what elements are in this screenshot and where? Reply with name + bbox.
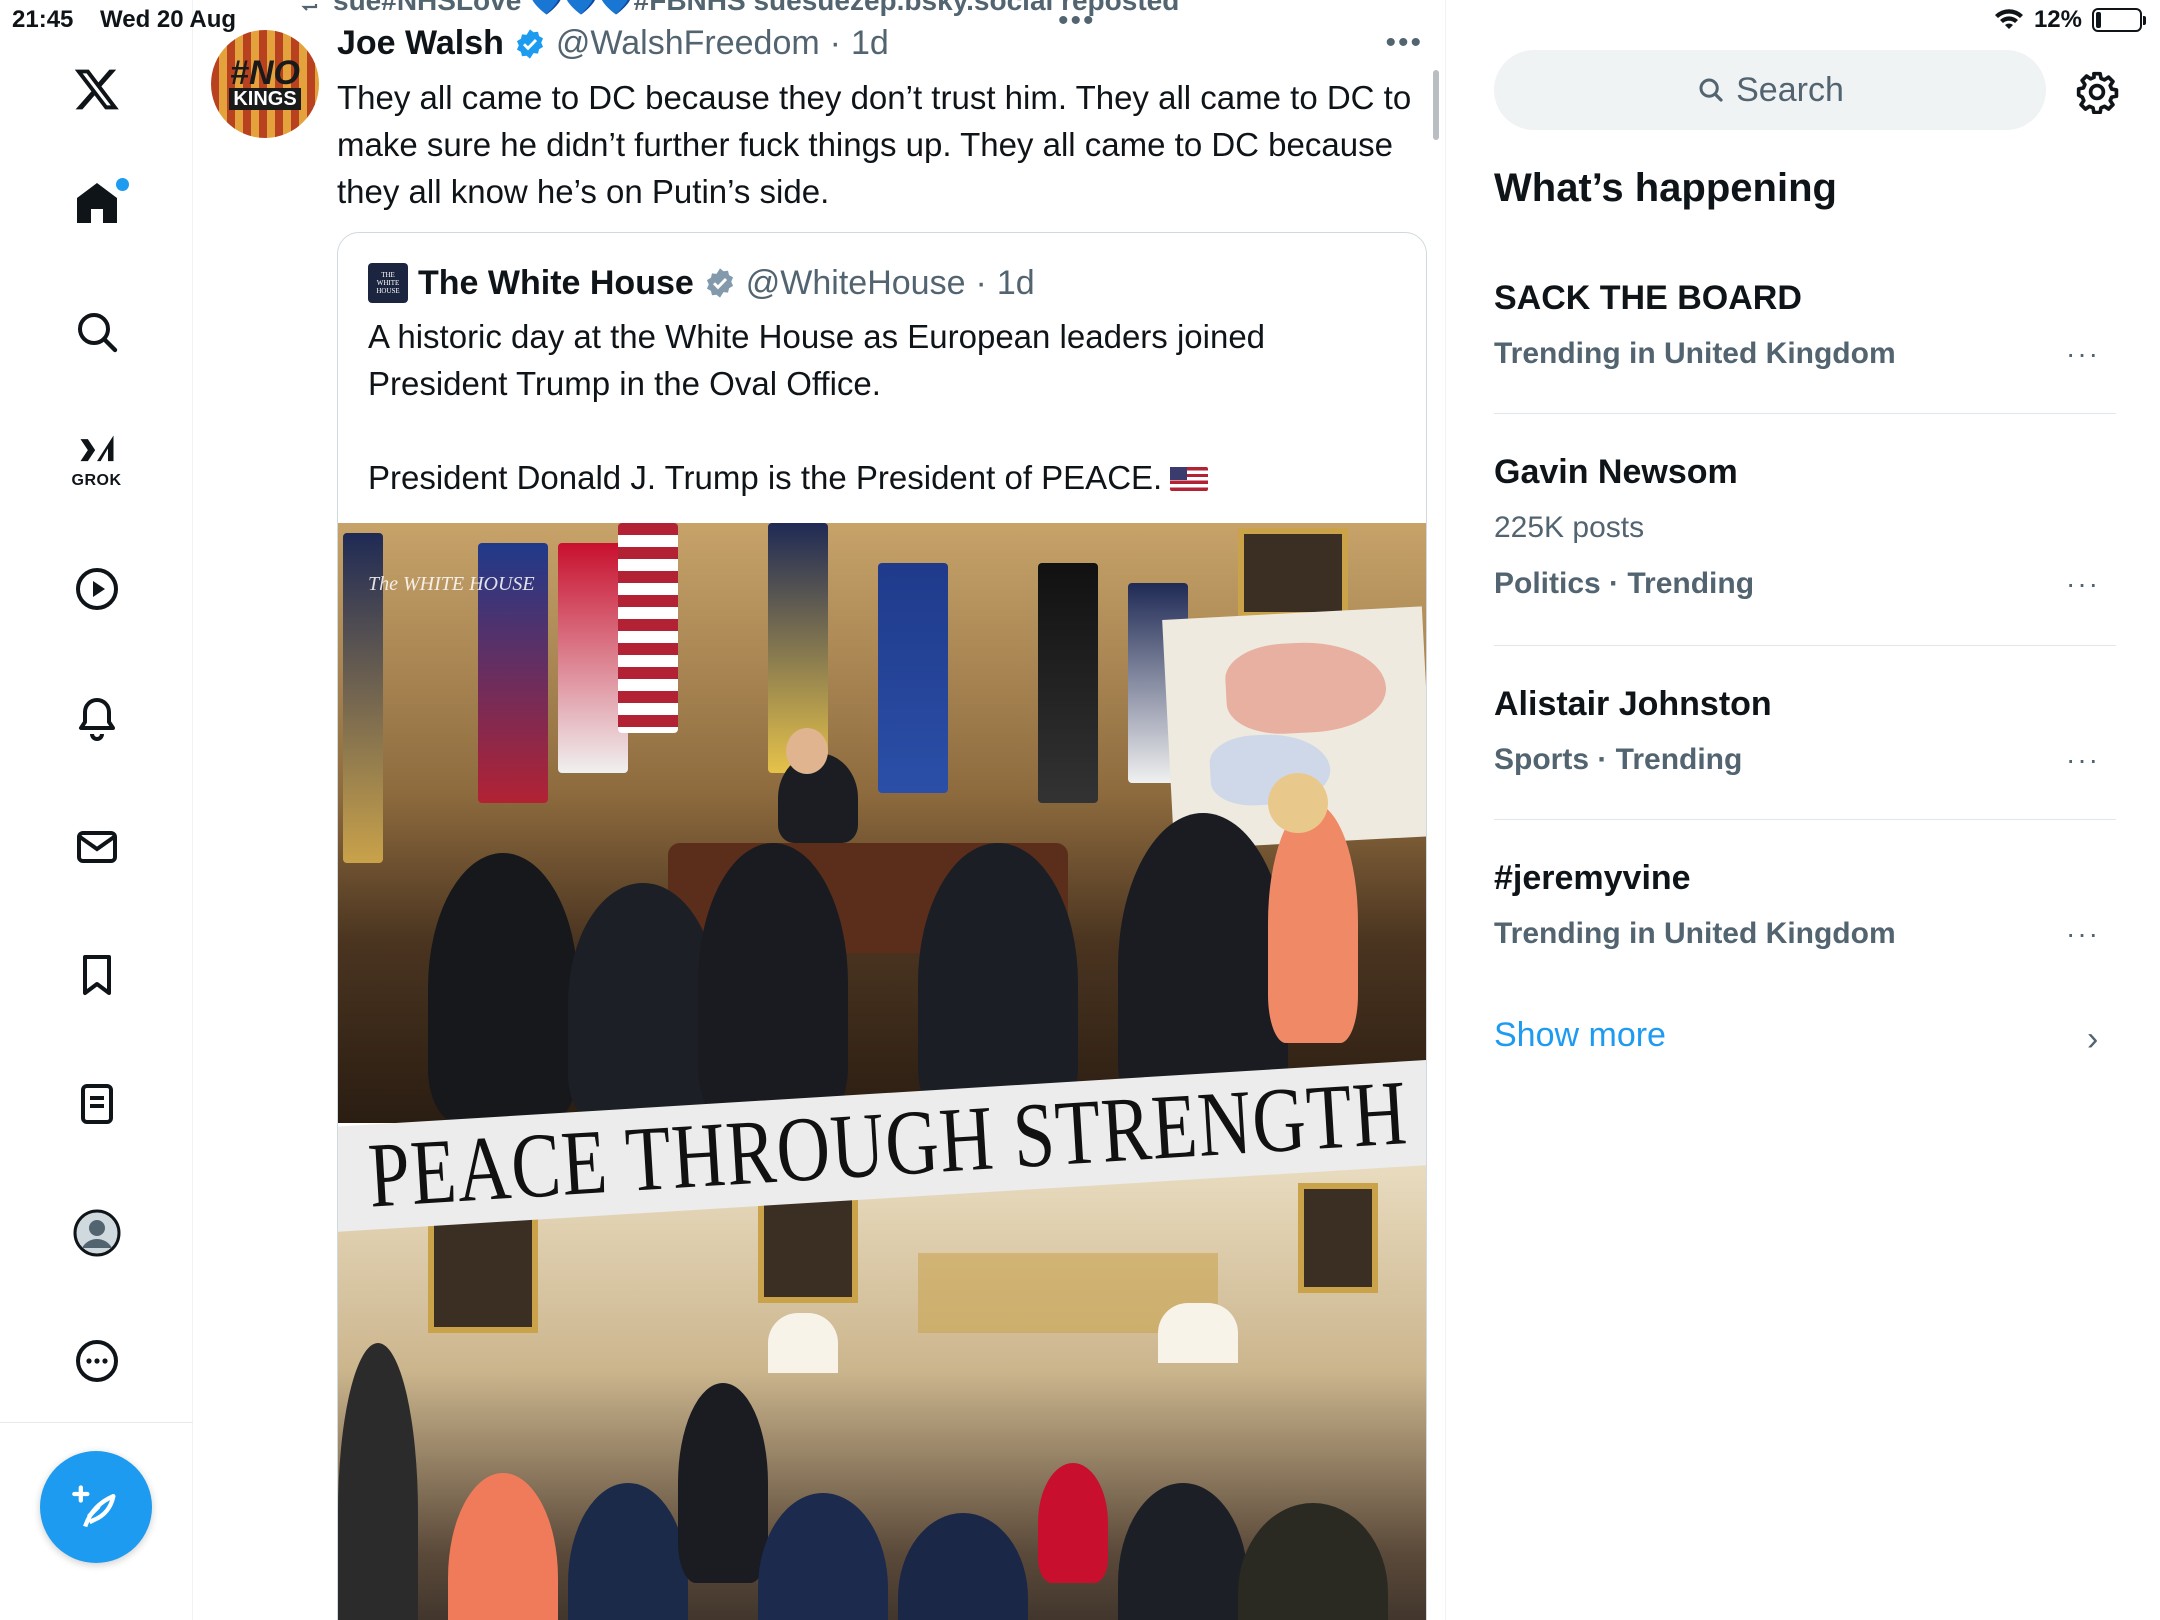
list-icon [80,1084,113,1124]
bell-icon [78,698,115,741]
wifi-icon [1994,9,2023,29]
gov-verified-badge-icon [704,267,736,299]
quote-paragraph-2-wrap: President Donald J. Trump is the Preside… [368,454,1398,501]
feed: sue#NHSLove 💙💙💙#FBNHS suesuezep.bsky.soc… [193,0,1446,1620]
trend-item[interactable]: #jeremyvine Trending in United Kingdom ·… [1494,858,2116,954]
quote-author-handle[interactable]: @WhiteHouse [746,264,966,303]
us-flag-icon [1170,467,1209,491]
trend-item[interactable]: Gavin Newsom 225K posts Politics · Trend… [1494,452,2116,646]
nav-divider [0,1422,193,1423]
trend-item[interactable]: Alistair Johnston Sports · Trending ··· [1494,684,2116,820]
section-title: What’s happening [1494,166,1837,210]
nav-grok[interactable]: GROK [0,415,193,505]
profile-avatar-icon [73,1209,120,1257]
left-nav: GROK [0,0,193,1620]
trend-more-icon[interactable]: ··· [2066,568,2100,600]
right-sidebar: Search What’s happening SACK THE BOARD T… [1447,0,2160,1620]
trend-context: Trending in United Kingdom [1494,337,1896,370]
status-time: 21:45 [12,6,74,33]
notification-dot [116,178,129,191]
trend-more-icon[interactable]: ··· [2066,744,2100,776]
bookmark-icon [82,955,111,995]
avatar-text-kings: KINGS [229,88,301,110]
search-placeholder: Search [1736,70,1844,109]
home-icon [76,183,117,223]
tweet-text: They all came to DC because they don’t t… [337,79,1412,210]
mail-icon [76,831,117,863]
compose-button[interactable] [40,1451,152,1563]
quote-separator: · [975,263,987,302]
nav-bookmarks[interactable] [0,930,193,1020]
nav-explore[interactable] [0,287,193,377]
trend-context: Sports · Trending [1494,743,1743,776]
quoted-tweet[interactable]: THE WHITE HOUSE The White House @WhiteHous… [337,232,1427,1620]
trend-name: Alistair Johnston [1494,685,1772,723]
grok-label: GROK [71,472,122,489]
trend-name: Gavin Newsom [1494,453,1738,491]
more-circle-icon [75,1340,118,1382]
nav-messages[interactable] [0,802,193,892]
quote-time[interactable]: 1d [997,264,1035,303]
trend-context: Politics · Trending [1494,567,1755,600]
quote-paragraph-1: A historic day at the White House as Eur… [368,318,1266,402]
oval-office-photo-bottom [338,1163,1426,1620]
trend-posts: 225K posts [1494,511,1645,544]
battery-fill [2096,12,2101,28]
quote-header: THE WHITE HOUSE The White House @WhiteHous… [368,263,1035,303]
status-bar: 21:45 Wed 20 Aug 12% [0,0,2160,40]
nav-more[interactable] [0,1316,193,1406]
quote-text: A historic day at the White House as Eur… [368,313,1398,548]
show-more-link[interactable]: Show more [1494,1016,1666,1055]
nav-video[interactable] [0,544,193,634]
nav-profile[interactable] [0,1188,193,1278]
nav-notifications[interactable] [0,673,193,763]
nav-home[interactable] [0,158,193,248]
grok-icon [80,435,113,462]
chevron-right-icon[interactable]: › [2087,1020,2098,1059]
trend-name: #jeremyvine [1494,859,1691,897]
image-watermark: The WHITE HOUSE [368,573,535,595]
battery-icon [2092,8,2146,32]
play-circle-icon [75,568,118,610]
compose-feather-icon [72,1485,116,1528]
battery-percent: 12% [2033,6,2082,33]
trend-more-icon[interactable]: ··· [2066,918,2100,950]
nav-lists[interactable] [0,1059,193,1149]
oval-office-photo-top [338,523,1426,1123]
scrollbar[interactable] [1433,70,1439,140]
trend-item[interactable]: SACK THE BOARD Trending in United Kingdo… [1494,278,2116,414]
search-box[interactable]: Search [1494,50,2046,130]
white-house-avatar[interactable]: THE WHITE HOUSE [368,263,408,303]
trend-context: Trending in United Kingdom [1494,917,1896,950]
gear-icon[interactable] [2075,70,2119,114]
search-icon [1699,78,1723,102]
status-right: 12% [1994,6,2146,34]
quote-image[interactable]: The WHITE HOUSE PEACE THROUGH STRENGTH [338,523,1426,1620]
trend-name: SACK THE BOARD [1494,279,1802,317]
search-icon [77,313,117,353]
trend-more-icon[interactable]: ··· [2066,338,2100,370]
avatar-text-no: #NO [230,54,300,92]
x-logo-icon[interactable] [0,44,193,134]
tweet-author-avatar[interactable]: #NO KINGS [211,30,319,138]
quote-author-name[interactable]: The White House [418,264,694,303]
quote-paragraph-2: President Donald J. Trump is the Preside… [368,459,1163,496]
status-date: Wed 20 Aug [100,6,237,33]
